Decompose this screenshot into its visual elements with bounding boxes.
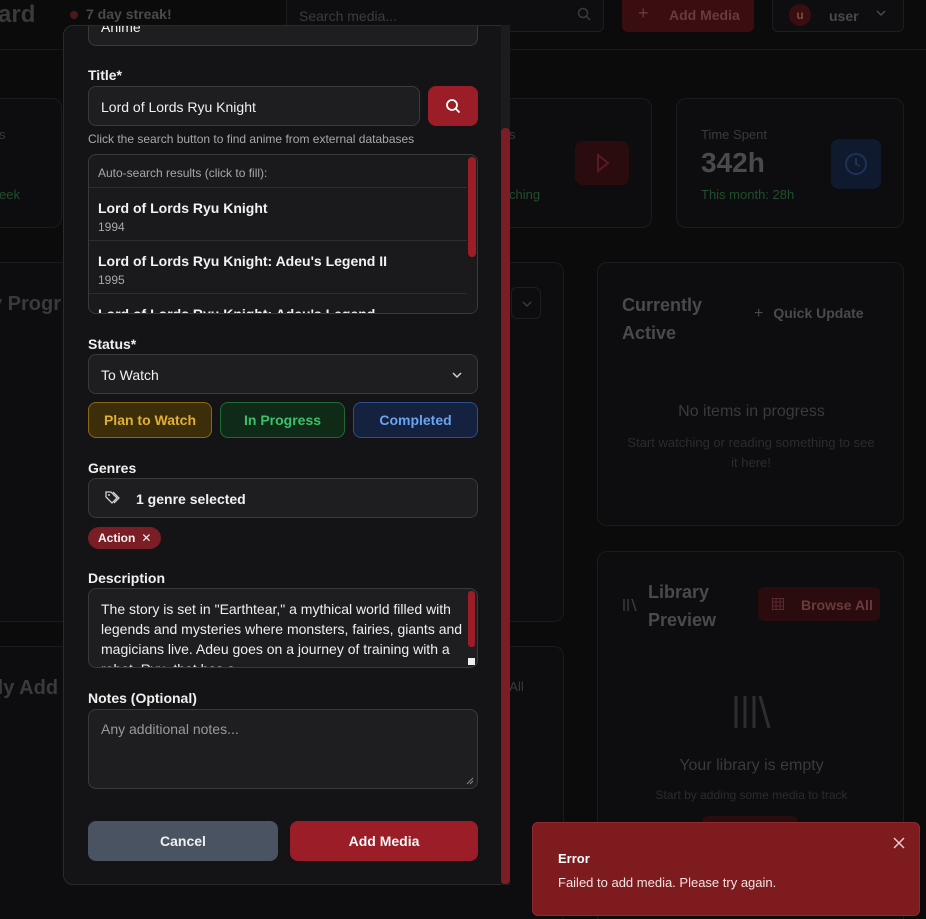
description-label: Description: [88, 570, 166, 586]
auto-search-results: Auto-search results (click to fill): Lor…: [88, 154, 478, 314]
stat-card-watching: s ching: [500, 98, 652, 228]
media-type-select[interactable]: Anime: [88, 25, 478, 46]
library-icon: [623, 598, 637, 612]
library-large-icon: [734, 695, 771, 729]
currently-active-card: Currently Active + Quick Update No items …: [597, 262, 904, 526]
add-media-modal: Anime Title* Lord of Lords Ryu Knight Cl…: [63, 25, 510, 885]
add-media-button[interactable]: + Add Media: [622, 0, 754, 32]
time-spent-sub: This month: 28h: [701, 187, 795, 202]
genre-chip: Action ✕: [88, 527, 162, 549]
streak-indicator: 7 day streak!: [70, 6, 172, 22]
title-input[interactable]: Lord of Lords Ryu Knight: [88, 86, 420, 126]
description-scrollbar-thumb[interactable]: [468, 591, 475, 647]
status-label: Status*: [88, 336, 137, 352]
empty-state-subtitle: Start watching or reading something to s…: [627, 435, 875, 470]
quick-update-button[interactable]: + Quick Update: [754, 305, 864, 323]
genres-label: Genres: [88, 460, 137, 476]
stat-sub: ching: [509, 187, 541, 202]
stat-card-time-spent: Time Spent 342h This month: 28h: [676, 98, 904, 228]
grid-icon: [772, 598, 784, 610]
quick-update-label: Quick Update: [773, 305, 864, 321]
status-pill-in-progress[interactable]: In Progress: [220, 402, 345, 438]
search-placeholder: Search media...: [299, 8, 398, 24]
plus-icon: +: [754, 305, 764, 322]
brand-title: ard: [0, 1, 36, 28]
close-icon[interactable]: ✕: [141, 531, 151, 545]
results-scrollbar[interactable]: [467, 155, 477, 313]
resize-handle[interactable]: [468, 658, 475, 665]
result-item[interactable]: Lord of Lords Ryu Knight: Adeu's Legend …: [89, 241, 469, 294]
result-title: Lord of Lords Ryu Knight: Adeu's Legend: [98, 306, 376, 314]
results-scrollbar-thumb[interactable]: [468, 157, 476, 257]
time-spent-label: Time Spent: [701, 127, 767, 142]
results-header: Auto-search results (click to fill):: [89, 155, 469, 188]
title-input-value: Lord of Lords Ryu Knight: [101, 99, 256, 115]
chevron-down-icon: [452, 372, 462, 379]
chevron-down-icon: [522, 301, 532, 308]
result-year: 1995: [98, 273, 125, 287]
progress-title: y Progr: [0, 293, 62, 315]
plus-icon: +: [638, 3, 649, 23]
result-item[interactable]: Lord of Lords Ryu Knight: Adeu's Legend: [89, 294, 469, 314]
media-type-value: Anime: [101, 25, 141, 35]
status-select[interactable]: To Watch: [88, 354, 478, 394]
toast-message: Failed to add media. Please try again.: [558, 875, 777, 890]
result-title: Lord of Lords Ryu Knight: Adeu's Legend …: [98, 253, 388, 269]
resize-grip-icon[interactable]: [466, 777, 474, 785]
library-empty-title: Your library is empty: [679, 757, 824, 774]
add-media-label: Add Media: [669, 7, 740, 23]
chevron-down-icon: [876, 10, 886, 17]
search-icon: [577, 7, 591, 21]
genre-chip-label: Action: [98, 531, 136, 545]
genre-summary: 1 genre selected: [136, 491, 246, 507]
cancel-button[interactable]: Cancel: [88, 821, 278, 861]
clock-icon: [831, 139, 881, 189]
library-empty-subtitle: Start by adding some media to track: [655, 788, 848, 802]
notes-label: Notes (Optional): [88, 690, 197, 706]
modal-scrollbar-thumb[interactable]: [501, 128, 510, 884]
user-name: user: [829, 8, 859, 24]
results-header-text: Auto-search results (click to fill):: [98, 166, 268, 180]
browse-all-label: Browse All: [801, 597, 873, 613]
stat-card-total: s eek: [0, 98, 62, 228]
status-value: To Watch: [101, 367, 159, 383]
time-spent-value: 342h: [701, 147, 765, 178]
notes-placeholder: Any additional notes...: [101, 721, 239, 737]
library-preview-title: Library Preview: [648, 582, 717, 630]
status-pill-completed[interactable]: Completed: [353, 402, 478, 438]
search-icon: [446, 99, 461, 114]
progress-range-select[interactable]: [511, 287, 541, 319]
tags-icon: [105, 491, 120, 504]
description-value: The story is set in "Earthtear," a mythi…: [101, 601, 463, 667]
search-help-text: Click the search button to find anime fr…: [88, 132, 415, 146]
recently-added-title: tly Add: [0, 677, 59, 699]
browse-all-button[interactable]: Browse All: [758, 587, 880, 621]
flame-icon: [70, 11, 78, 19]
add-media-submit-button[interactable]: Add Media: [290, 821, 478, 861]
currently-active-title: Currently Active: [622, 295, 703, 343]
result-title: Lord of Lords Ryu Knight: [98, 200, 268, 216]
close-icon[interactable]: [893, 837, 905, 849]
empty-state-title: No items in progress: [678, 403, 825, 420]
result-item[interactable]: Lord of Lords Ryu Knight 1994: [89, 188, 469, 241]
error-toast: Error Failed to add media. Please try ag…: [532, 822, 920, 916]
stat-sub: eek: [0, 187, 20, 202]
notes-textarea[interactable]: Any additional notes...: [88, 709, 478, 789]
avatar: u: [789, 4, 811, 26]
user-menu-button[interactable]: u user: [772, 0, 904, 32]
stat-label: s: [0, 127, 6, 142]
title-label: Title*: [88, 67, 122, 83]
result-year: 1994: [98, 220, 125, 234]
external-search-button[interactable]: [428, 86, 478, 126]
streak-text: 7 day streak!: [86, 6, 172, 22]
toast-title: Error: [558, 851, 590, 866]
description-textarea[interactable]: The story is set in "Earthtear," a mythi…: [88, 588, 478, 668]
genre-selector[interactable]: 1 genre selected: [88, 478, 478, 518]
play-icon: [575, 141, 629, 185]
status-pill-plan-to-watch[interactable]: Plan to Watch: [88, 402, 212, 438]
